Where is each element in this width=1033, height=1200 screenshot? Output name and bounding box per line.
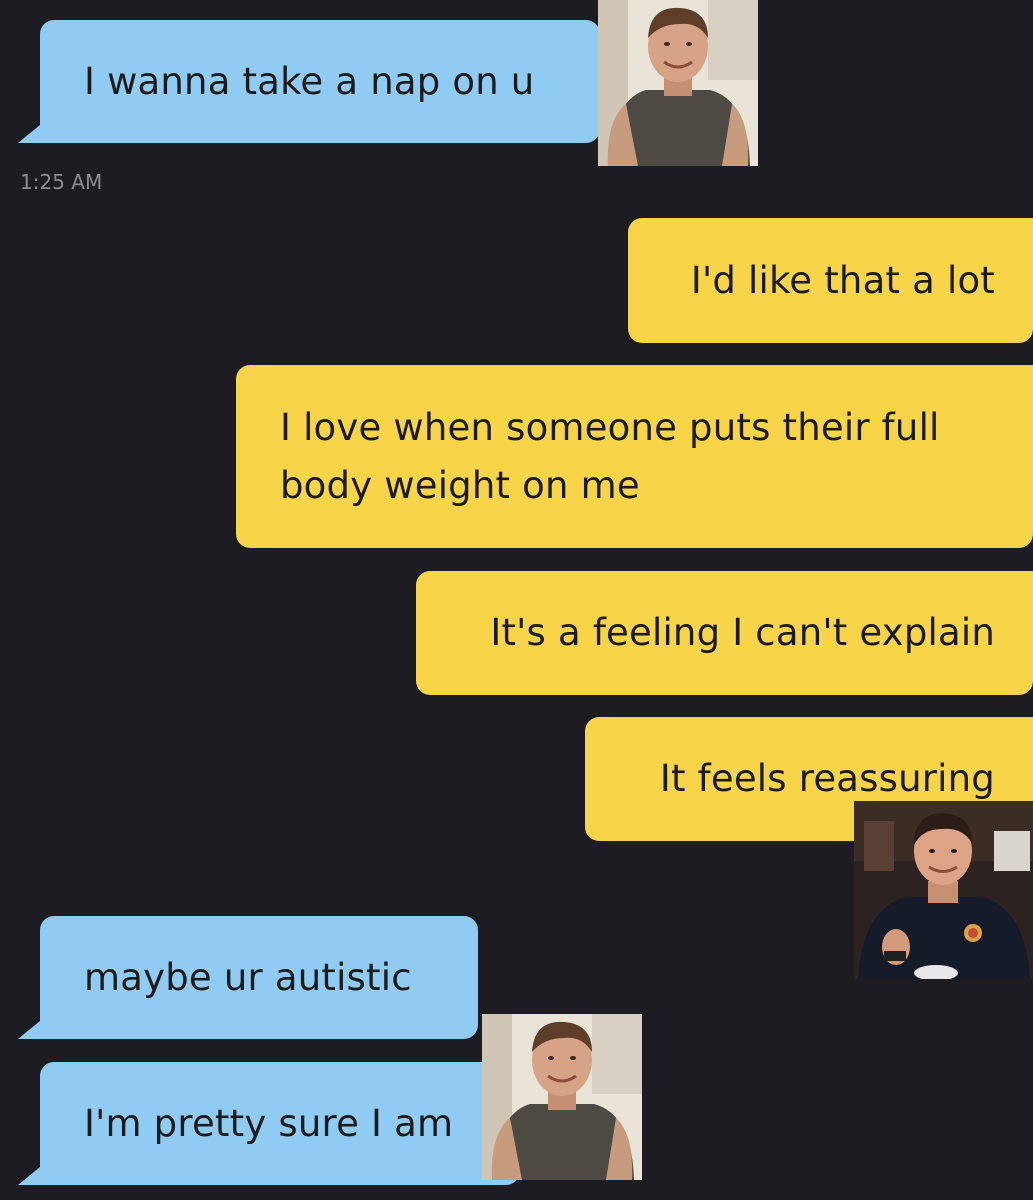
message-text: maybe ur autistic [84, 955, 412, 999]
message-text: I'm pretty sure I am [84, 1101, 454, 1145]
incoming-message[interactable]: I'm pretty sure I am [40, 1062, 520, 1185]
message-text: It's a feeling I can't explain [490, 611, 995, 654]
message-text: I'd like that a lot [690, 258, 995, 302]
message-timestamp: 1:25 AM [20, 170, 103, 194]
message-line: body weight on me [280, 463, 640, 507]
incoming-message[interactable]: maybe ur autistic [40, 916, 478, 1039]
outgoing-message[interactable]: I'd like that a lot [628, 218, 1033, 343]
message-text: I wanna take a nap on u [84, 59, 535, 103]
incoming-message[interactable]: I wanna take a nap on u [40, 20, 600, 143]
message-text: I love when someone puts their full body… [280, 399, 940, 515]
smiling-man-photo [598, 0, 758, 166]
man-eating-cereal-photo [854, 801, 1033, 979]
bubble-tail [18, 1167, 40, 1185]
smiling-man-photo-repeat [481, 1014, 643, 1180]
bubble-tail [18, 1021, 40, 1039]
outgoing-message[interactable]: It's a feeling I can't explain [416, 571, 1033, 695]
message-line: I love when someone puts their full [280, 405, 940, 449]
message-text: It feels reassuring [659, 757, 995, 800]
bubble-tail [18, 125, 40, 143]
outgoing-message[interactable]: I love when someone puts their full body… [236, 365, 1033, 548]
